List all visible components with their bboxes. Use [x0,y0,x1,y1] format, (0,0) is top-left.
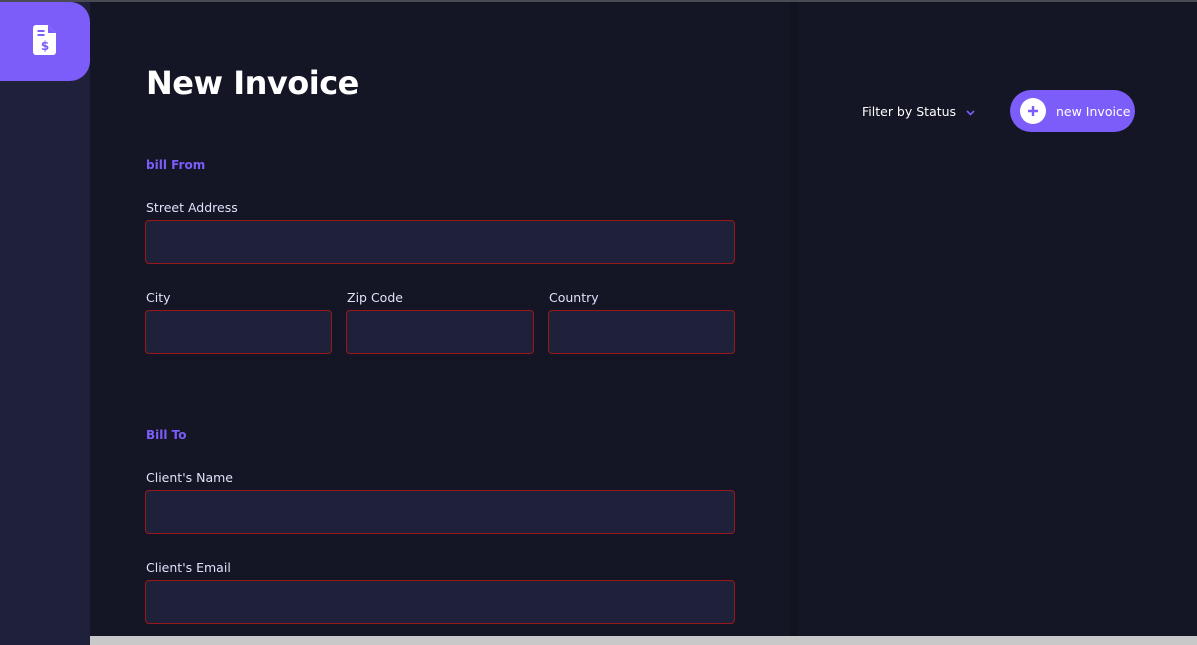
new-invoice-label: new Invoice [1056,103,1131,119]
bill-from-heading: bill From [146,158,206,172]
new-invoice-form: New Invoice bill From Street Address Cit… [90,2,790,636]
zip-code-input[interactable] [346,310,534,354]
invoice-dollar-icon: $ [33,24,57,59]
drawer-edge [790,2,798,636]
city-input[interactable] [145,310,332,354]
client-email-label: Client's Email [146,560,231,575]
street-address-label: Street Address [146,200,238,215]
horizontal-scrollbar[interactable] [90,636,1197,645]
bill-to-heading: Bill To [146,428,187,442]
city-label: City [146,290,171,305]
filter-label: Filter by Status [862,104,957,119]
client-email-input[interactable] [145,580,735,624]
plus-icon [1020,98,1046,124]
svg-text:$: $ [41,39,49,53]
street-address-input[interactable] [145,220,735,264]
app-logo[interactable]: $ [0,2,90,81]
sidebar: $ [0,2,90,645]
country-input[interactable] [548,310,735,354]
new-invoice-button[interactable]: new Invoice [1010,90,1135,132]
client-name-label: Client's Name [146,470,233,485]
chevron-down-icon [966,104,975,119]
page-title: New Invoice [146,64,359,102]
country-label: Country [549,290,599,305]
client-name-input[interactable] [145,490,735,534]
zip-code-label: Zip Code [347,290,403,305]
filter-by-status-dropdown[interactable]: Filter by Status [862,104,975,119]
